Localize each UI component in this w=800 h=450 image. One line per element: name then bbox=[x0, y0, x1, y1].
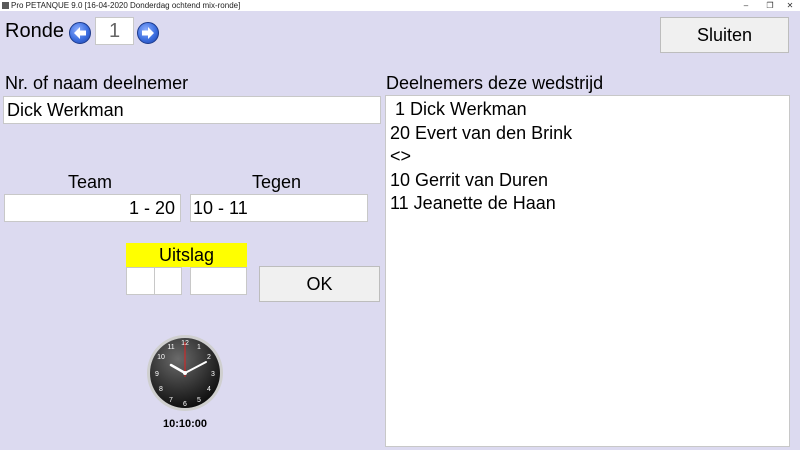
tegen-score-input[interactable] bbox=[190, 267, 247, 295]
next-round-button[interactable] bbox=[137, 22, 159, 44]
svg-text:1: 1 bbox=[197, 344, 201, 351]
arrow-left-icon bbox=[74, 27, 86, 39]
svg-text:9: 9 bbox=[155, 371, 159, 378]
participant-label: Nr. of naam deelnemer bbox=[5, 73, 189, 93]
svg-text:11: 11 bbox=[167, 344, 174, 351]
svg-text:7: 7 bbox=[169, 397, 173, 404]
round-number-field[interactable]: 1 bbox=[95, 17, 134, 45]
svg-text:10: 10 bbox=[157, 354, 165, 361]
title-bar: Pro PETANQUE 9.0 [16-04-2020 Donderdag o… bbox=[0, 0, 800, 11]
svg-text:4: 4 bbox=[207, 386, 211, 393]
participants-list-label: Deelnemers deze wedstrijd bbox=[386, 73, 604, 93]
clock-time: 10:10:00 bbox=[162, 418, 208, 430]
svg-text:2: 2 bbox=[207, 354, 211, 361]
window-title: Pro PETANQUE 9.0 [16-04-2020 Donderdag o… bbox=[11, 1, 241, 10]
participant-input[interactable]: Dick Werkman bbox=[3, 96, 381, 124]
app-icon bbox=[2, 2, 9, 9]
ronde-label: Ronde bbox=[5, 20, 64, 42]
arrow-right-icon bbox=[142, 27, 154, 39]
svg-text:6: 6 bbox=[183, 401, 187, 408]
tegen-field: 10 - 11 bbox=[190, 194, 368, 222]
close-window-button[interactable]: ✕ bbox=[780, 0, 800, 11]
restore-button[interactable]: ❐ bbox=[760, 0, 780, 11]
minimize-button[interactable]: – bbox=[736, 0, 756, 11]
team-label: Team bbox=[68, 172, 113, 192]
list-item[interactable]: 20 Evert van den Brink bbox=[390, 122, 572, 144]
svg-text:3: 3 bbox=[211, 371, 215, 378]
list-item[interactable]: <> bbox=[390, 145, 411, 167]
list-item[interactable]: 1 Dick Werkman bbox=[390, 98, 527, 120]
team-score-input[interactable] bbox=[126, 267, 182, 295]
list-item[interactable]: 10 Gerrit van Duren bbox=[390, 169, 548, 191]
sluiten-button[interactable]: Sluiten bbox=[660, 17, 789, 53]
team-field: 1 - 20 bbox=[4, 194, 181, 222]
analog-clock-icon: 12 1 2 3 4 5 6 7 8 9 10 11 bbox=[147, 335, 223, 411]
previous-round-button[interactable] bbox=[69, 22, 91, 44]
svg-text:5: 5 bbox=[197, 397, 201, 404]
list-item[interactable]: 11 Jeanette de Haan bbox=[390, 192, 556, 214]
ok-button[interactable]: OK bbox=[259, 266, 380, 302]
participants-list[interactable]: 1 Dick Werkman 20 Evert van den Brink <> 10… bbox=[385, 95, 790, 447]
svg-text:8: 8 bbox=[159, 386, 163, 393]
uitslag-header: Uitslag bbox=[126, 243, 247, 267]
score-divider bbox=[154, 268, 155, 294]
tegen-label: Tegen bbox=[252, 172, 302, 192]
